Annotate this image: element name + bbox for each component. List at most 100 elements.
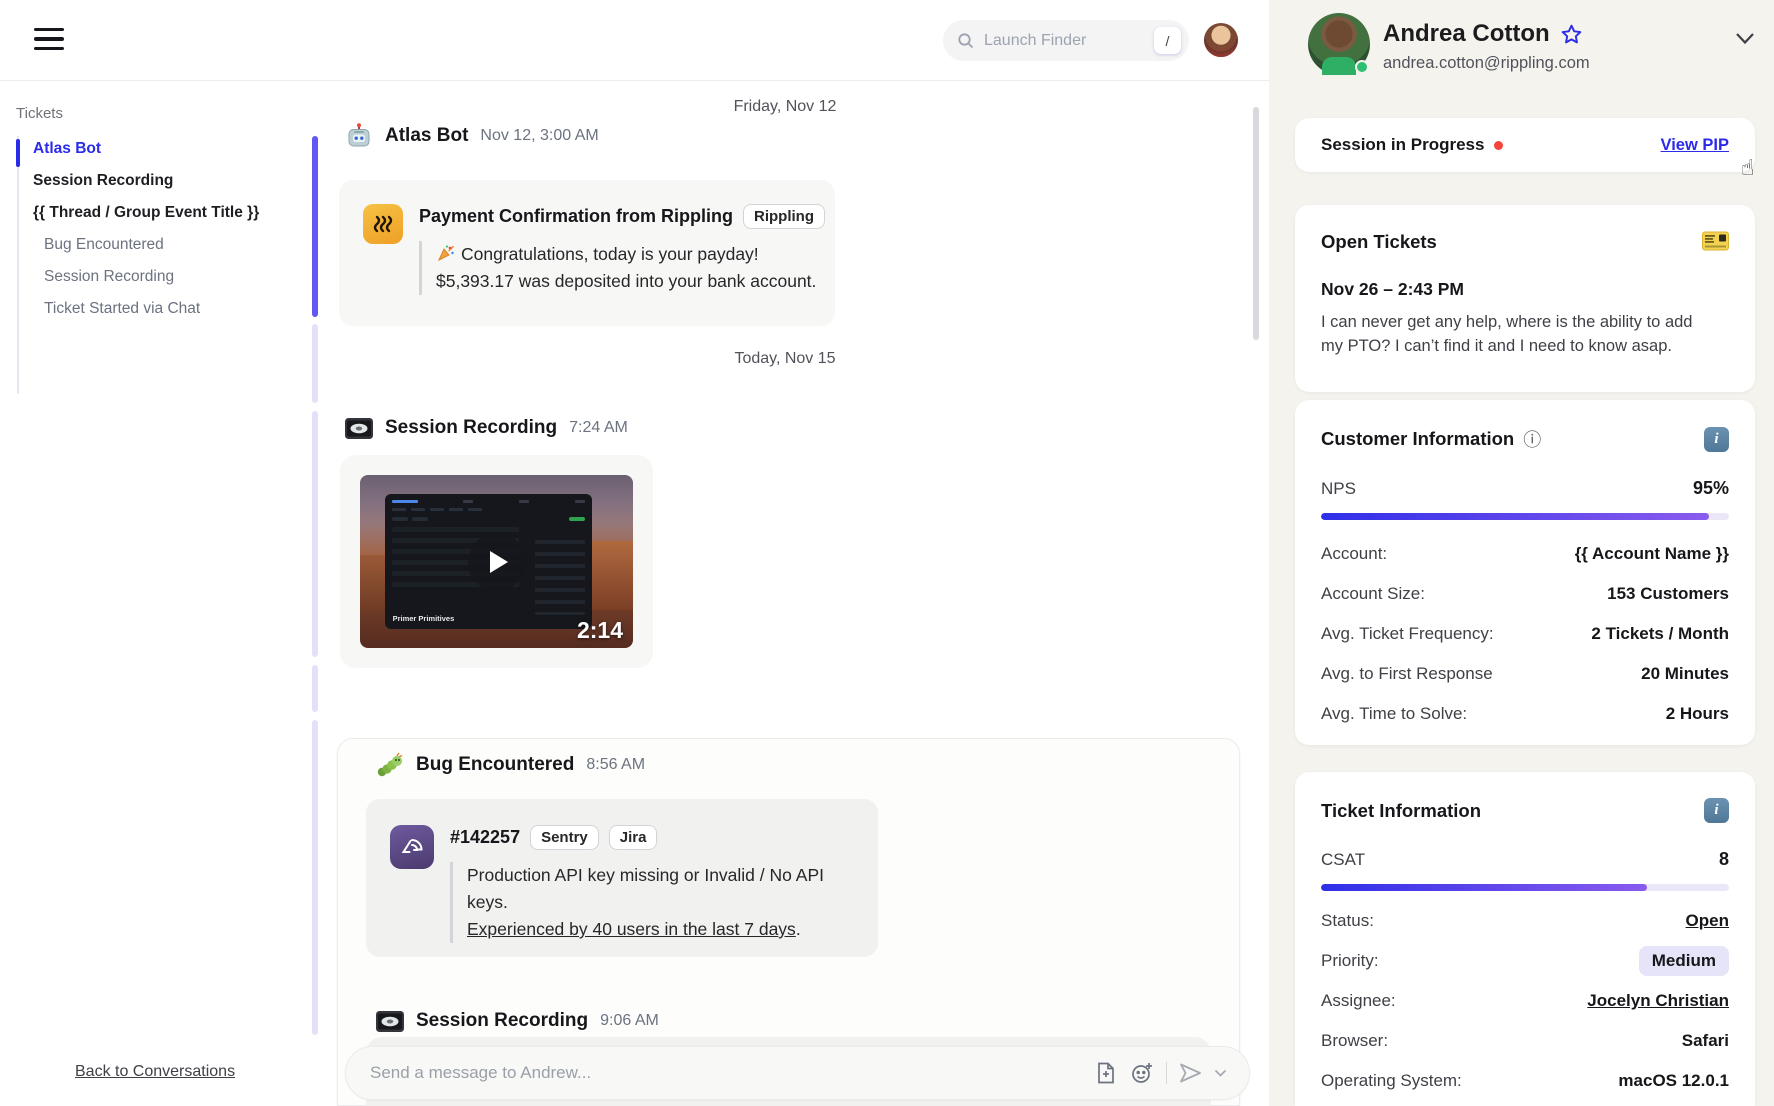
vhs-cassette-icon: [376, 1007, 404, 1035]
tickets-sidebar: Tickets Atlas Bot Session Recording {{ T…: [0, 81, 320, 1106]
chat-scrollbar[interactable]: [1253, 107, 1259, 340]
sidebar-item-session-recording-2[interactable]: Session Recording: [33, 261, 259, 293]
customer-information-card: Customer Information ⓘ i NPS 95% Account…: [1295, 400, 1755, 745]
message-sender: Atlas Bot: [385, 125, 468, 147]
date-separator: Today, Nov 15: [320, 350, 1250, 368]
bug-ticket-card[interactable]: #142257 Sentry Jira Production API key m…: [366, 799, 878, 957]
sidebar-active-indicator: [16, 139, 20, 167]
sidebar-section-label: Tickets: [16, 105, 63, 122]
party-popper-icon: [436, 244, 455, 263]
message-header-bug-encountered: Bug Encountered 8:56 AM: [376, 751, 645, 779]
csat-value: 8: [1719, 849, 1729, 870]
payment-card-body: Congratulations, today is your payday! $…: [419, 241, 825, 295]
sentry-badge[interactable]: Sentry: [530, 825, 599, 850]
thread-rail-segment: [312, 324, 318, 403]
info-row-priority: Priority:Medium: [1321, 941, 1729, 981]
info-row-assignee: Assignee:Jocelyn Christian: [1321, 981, 1729, 1021]
csat-label: CSAT: [1321, 850, 1365, 870]
info-emoji-icon: i: [1704, 798, 1729, 823]
mouse-cursor-pointer: ☝: [1741, 156, 1754, 181]
info-row-first-response: Avg. to First Response20 Minutes: [1321, 654, 1729, 694]
message-time: Nov 12, 3:00 AM: [480, 127, 598, 145]
send-icon[interactable]: [1173, 1055, 1209, 1091]
ticket-icon: [1702, 231, 1729, 251]
info-row-account: Account:{{ Account Name }}: [1321, 534, 1729, 574]
back-to-conversations-link[interactable]: Back to Conversations: [75, 1063, 235, 1081]
sentry-logo-icon: [390, 825, 434, 869]
emoji-icon[interactable]: [1124, 1055, 1160, 1091]
sidebar-item-session-recording[interactable]: Session Recording: [33, 165, 259, 197]
info-emoji-icon: i: [1704, 427, 1729, 452]
composer-placeholder: Send a message to Andrew...: [370, 1063, 1088, 1083]
ticket-message: I can never get any help, where is the a…: [1321, 310, 1717, 358]
bug-line-2-link[interactable]: Experienced by 40 users in the last 7 da…: [467, 919, 796, 939]
bug-ticket-body: Production API key missing or Invalid / …: [450, 862, 858, 943]
thread-rail-segment: [312, 411, 318, 657]
assignee-link[interactable]: Jocelyn Christian: [1587, 991, 1729, 1011]
info-row-account-size: Account Size:153 Customers: [1321, 574, 1729, 614]
attach-file-icon[interactable]: [1088, 1055, 1124, 1091]
payment-line-2: $5,393.17 was deposited into your bank a…: [436, 268, 825, 295]
info-row-status: Status:Open: [1321, 901, 1729, 941]
recorded-window-title: Primer Primitives: [393, 614, 455, 623]
sidebar-nav: Atlas Bot Session Recording {{ Thread / …: [33, 133, 259, 325]
composer-divider: [1166, 1062, 1167, 1084]
ticket-information-title: Ticket Information: [1321, 800, 1481, 822]
sidebar-tree-line: [17, 136, 19, 394]
message-time: 8:56 AM: [586, 756, 645, 774]
payment-line-1: Congratulations, today is your payday!: [461, 244, 759, 264]
collapse-panel-chevron-icon[interactable]: [1735, 32, 1755, 45]
thread-rail-active[interactable]: [312, 136, 318, 317]
csat-progress-bar: [1321, 884, 1729, 891]
chat-thread: Friday, Nov 12 Atlas Bot Nov 12, 3:00 AM…: [320, 0, 1250, 1106]
video-thumbnail[interactable]: Primer Primitives 2:14: [360, 475, 633, 648]
session-in-progress-card: Session in Progress View PIP ☝: [1295, 118, 1755, 172]
info-row-time-to-solve: Avg. Time to Solve:2 Hours: [1321, 694, 1729, 734]
thread-rail-segment: [312, 720, 318, 1035]
message-sender: Session Recording: [416, 1010, 588, 1032]
sidebar-item-ticket-started[interactable]: Ticket Started via Chat: [33, 293, 259, 325]
payment-card-title: Payment Confirmation from Rippling: [419, 206, 733, 227]
sidebar-item-atlas-bot[interactable]: Atlas Bot: [33, 133, 259, 165]
customer-email: andrea.cotton@rippling.com: [1383, 54, 1590, 73]
date-separator: Friday, Nov 12: [320, 98, 1250, 116]
rippling-logo-icon: [363, 204, 403, 244]
jira-badge[interactable]: Jira: [609, 825, 658, 850]
sidebar-item-thread-title[interactable]: {{ Thread / Group Event Title }}: [33, 197, 259, 229]
nps-value: 95%: [1693, 478, 1729, 499]
message-sender: Session Recording: [385, 417, 557, 439]
menu-icon[interactable]: [34, 28, 64, 50]
ticket-timestamp: Nov 26 – 2:43 PM: [1321, 279, 1729, 300]
recording-dot-icon: [1494, 141, 1503, 150]
bug-line-1: Production API key missing or Invalid / …: [467, 862, 858, 916]
priority-badge[interactable]: Medium: [1639, 946, 1729, 976]
info-outline-icon[interactable]: ⓘ: [1523, 426, 1541, 452]
send-options-chevron-icon[interactable]: [1209, 1055, 1231, 1091]
message-header-session-recording: Session Recording 7:24 AM: [345, 414, 628, 442]
nps-progress-bar: [1321, 513, 1729, 520]
bug-caterpillar-icon: [376, 751, 404, 779]
favorite-star-icon[interactable]: [1560, 23, 1583, 46]
view-pip-link[interactable]: View PIP: [1661, 136, 1729, 155]
open-tickets-card: Open Tickets Nov 26 – 2:43 PM I can neve…: [1295, 205, 1755, 392]
customer-detail-panel: Andrea Cotton andrea.cotton@rippling.com…: [1269, 0, 1774, 1106]
robot-icon: [345, 122, 373, 150]
session-status-label: Session in Progress: [1321, 135, 1484, 155]
message-time: 9:06 AM: [600, 1012, 659, 1030]
message-sender: Bug Encountered: [416, 754, 574, 776]
session-recording-video-card: Primer Primitives 2:14: [340, 455, 653, 668]
message-composer[interactable]: Send a message to Andrew...: [345, 1046, 1250, 1100]
nps-label: NPS: [1321, 479, 1356, 499]
status-open-link[interactable]: Open: [1686, 911, 1729, 931]
message-header-atlas-bot: Atlas Bot Nov 12, 3:00 AM: [345, 122, 599, 150]
online-status-dot: [1355, 60, 1369, 74]
payment-confirmation-card[interactable]: Payment Confirmation from Rippling Rippl…: [339, 180, 835, 326]
info-row-os: Operating System:macOS 12.0.1: [1321, 1061, 1729, 1101]
app-window: Launch Finder / Tickets Atlas Bot Sessio…: [0, 0, 1774, 1106]
bug-ticket-id: #142257: [450, 827, 520, 848]
play-button[interactable]: [468, 533, 526, 591]
thread-rail-segment: [312, 665, 318, 712]
info-row-browser: Browser:Safari: [1321, 1021, 1729, 1061]
sidebar-item-bug-encountered[interactable]: Bug Encountered: [33, 229, 259, 261]
message-time: 7:24 AM: [569, 419, 628, 437]
